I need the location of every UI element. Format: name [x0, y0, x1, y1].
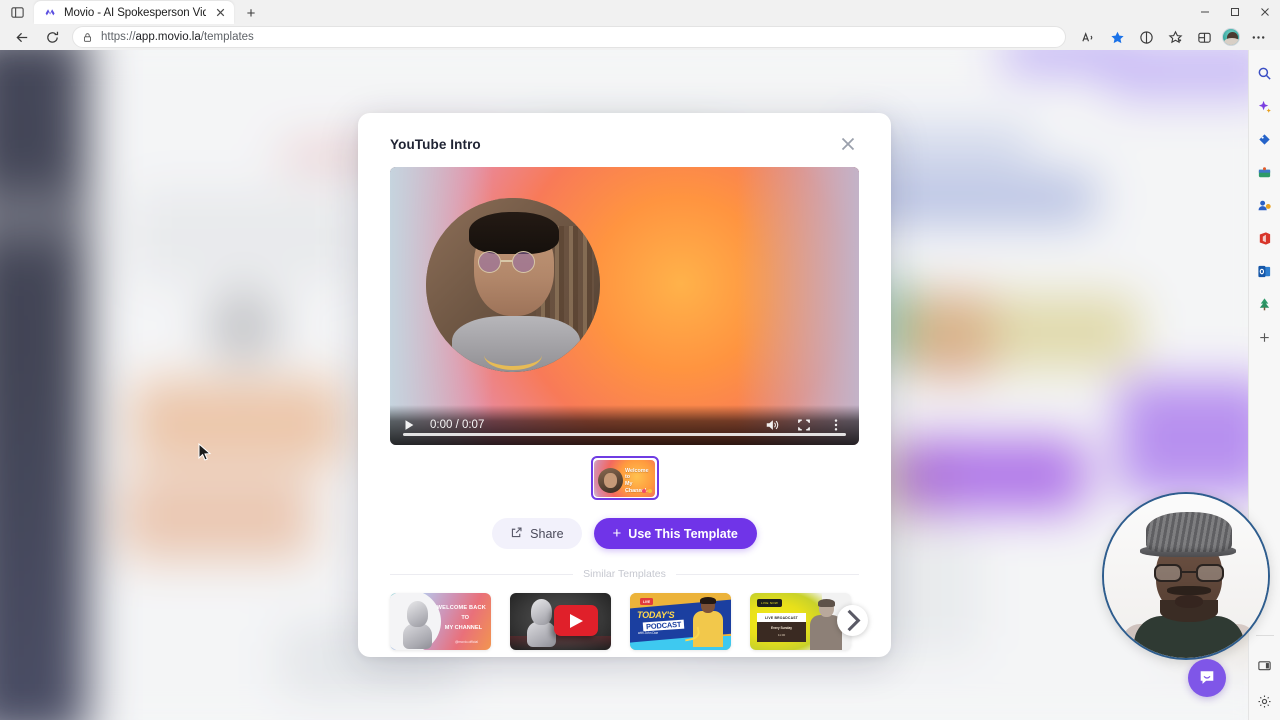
- new-tab-button[interactable]: +: [238, 2, 264, 24]
- card4-header: LIVE BROADCAST: [757, 613, 806, 622]
- browser-chrome: Movio - AI Spokesperson Video + https://…: [0, 0, 1280, 50]
- play-icon[interactable]: [402, 418, 416, 432]
- star-filled-icon[interactable]: [1103, 25, 1131, 49]
- statue-bust-icon: [526, 599, 557, 647]
- divider-line: [675, 573, 860, 575]
- statue-bust-icon: [402, 601, 433, 649]
- gear-icon[interactable]: [1254, 690, 1276, 712]
- card4-line1: Every Sunday: [770, 626, 793, 630]
- drop-icon[interactable]: [1254, 194, 1276, 216]
- thumbnail-title-line1: Welcome to: [625, 467, 649, 481]
- browser-tab-title: Movio - AI Spokesperson Video: [64, 6, 206, 19]
- video-time-display: 0:00 / 0:07: [430, 419, 485, 431]
- podcast-host-figure: [693, 597, 723, 647]
- card1-line3: MY CHANNEL: [444, 625, 482, 631]
- lock-icon: [81, 31, 94, 44]
- similar-templates-row: WELCOME BACK TO MY CHANNEL @movio.offici…: [390, 593, 868, 650]
- office-icon[interactable]: [1254, 227, 1276, 249]
- chat-bubble-icon[interactable]: [1188, 659, 1226, 697]
- modal-actions: Share + Use This Template: [390, 518, 859, 549]
- tree-icon[interactable]: [1254, 293, 1276, 315]
- youtube-play-icon: [554, 605, 598, 636]
- card4-panel: LIVE BROADCAST Every Sunday 11:00: [757, 613, 806, 642]
- template-preview-modal: YouTube Intro 0:00 / 0:07 Welcome to My …: [358, 113, 891, 657]
- video-controls-bar: 0:00 / 0:07: [390, 405, 859, 445]
- close-icon[interactable]: [1250, 0, 1280, 24]
- chevron-right-icon[interactable]: [837, 605, 868, 636]
- url-domain: app.movio.la: [135, 31, 201, 43]
- back-arrow-icon[interactable]: [8, 25, 36, 49]
- close-icon[interactable]: [837, 133, 859, 155]
- use-template-button[interactable]: + Use This Template: [593, 518, 757, 549]
- card1-caption: @movio.official: [455, 640, 478, 644]
- video-player[interactable]: 0:00 / 0:07: [390, 167, 859, 445]
- games-icon[interactable]: [1254, 161, 1276, 183]
- browser-tab[interactable]: Movio - AI Spokesperson Video: [34, 1, 234, 24]
- presenter-webcam: [1102, 492, 1270, 660]
- tab-actions-icon[interactable]: [0, 0, 34, 24]
- share-button[interactable]: Share: [492, 518, 582, 549]
- variant-thumbnail-row: Welcome to My Channel @movio.official: [390, 456, 859, 500]
- thumbnail-dot: [642, 489, 646, 493]
- avatar: [426, 198, 600, 372]
- search-icon[interactable]: [1254, 62, 1276, 84]
- url-prefix: https://: [101, 31, 136, 43]
- card1-line2: TO: [461, 615, 469, 621]
- close-icon[interactable]: [213, 5, 228, 20]
- thumbnail-dot: [648, 489, 652, 493]
- divider-line: [390, 573, 574, 575]
- modal-header: YouTube Intro: [390, 131, 859, 157]
- toolbar-right-actions: [1074, 25, 1272, 49]
- external-link-icon: [510, 526, 523, 542]
- card3-badge: LIVE: [640, 598, 654, 605]
- similar-template-card-4[interactable]: LIVE NOW LIVE BROADCAST Every Sunday 11:…: [750, 593, 851, 650]
- card4-line2: 11:00: [777, 633, 786, 637]
- browser-titlebar: Movio - AI Spokesperson Video +: [0, 0, 1280, 24]
- add-icon[interactable]: [1254, 326, 1276, 348]
- avatar-chain: [484, 340, 542, 370]
- copilot-sparkle-icon[interactable]: [1254, 95, 1276, 117]
- volume-icon[interactable]: [765, 418, 779, 432]
- url-path: /templates: [200, 31, 254, 43]
- card1-line1: WELCOME BACK: [436, 605, 486, 611]
- shopping-tag-icon[interactable]: [1254, 128, 1276, 150]
- browser-essentials-icon[interactable]: [1190, 25, 1218, 49]
- refresh-icon[interactable]: [38, 25, 66, 49]
- use-template-button-label: Use This Template: [628, 526, 738, 541]
- profile-avatar[interactable]: [1222, 28, 1240, 46]
- browser-toolbar: https://app.movio.la/templates: [0, 24, 1280, 50]
- share-button-label: Share: [530, 526, 564, 541]
- collections-icon[interactable]: [1161, 25, 1189, 49]
- movio-logo-icon: [43, 6, 57, 20]
- read-aloud-icon[interactable]: [1074, 25, 1102, 49]
- sunglasses-icon: [476, 251, 552, 273]
- video-progress-bar[interactable]: [403, 433, 846, 436]
- window-controls: [1190, 0, 1280, 24]
- maximize-icon[interactable]: [1220, 0, 1250, 24]
- avatar-hair: [469, 212, 559, 254]
- address-bar[interactable]: https://app.movio.la/templates: [72, 26, 1066, 48]
- similar-template-card-3[interactable]: LIVE TODAY'S PODCAST with John Doe: [630, 593, 731, 650]
- eyeglasses-icon: [1154, 564, 1224, 582]
- thumbnail-avatar: [598, 467, 623, 493]
- outlook-icon[interactable]: [1254, 260, 1276, 282]
- card3-caption: with John Doe: [638, 631, 659, 635]
- mouse-pointer-icon: [198, 442, 212, 463]
- minimize-icon[interactable]: [1190, 0, 1220, 24]
- selected-variant-thumbnail[interactable]: Welcome to My Channel @movio.official: [590, 456, 659, 500]
- card4-tag: LIVE NOW: [757, 599, 783, 607]
- more-vertical-icon[interactable]: [829, 418, 843, 432]
- similar-templates-divider: Similar Templates: [390, 568, 860, 580]
- plus-icon: +: [612, 524, 622, 542]
- page-title: YouTube Intro: [390, 136, 481, 152]
- split-screen-icon[interactable]: [1132, 25, 1160, 49]
- similar-templates-label: Similar Templates: [583, 568, 666, 580]
- more-options-icon[interactable]: [1244, 25, 1272, 49]
- similar-template-card-1[interactable]: WELCOME BACK TO MY CHANNEL @movio.offici…: [390, 593, 491, 650]
- card3-line1: TODAY'S: [637, 610, 675, 620]
- similar-template-card-2[interactable]: [510, 593, 611, 650]
- fullscreen-icon[interactable]: [797, 418, 811, 432]
- address-bar-url: https://app.movio.la/templates: [101, 31, 254, 43]
